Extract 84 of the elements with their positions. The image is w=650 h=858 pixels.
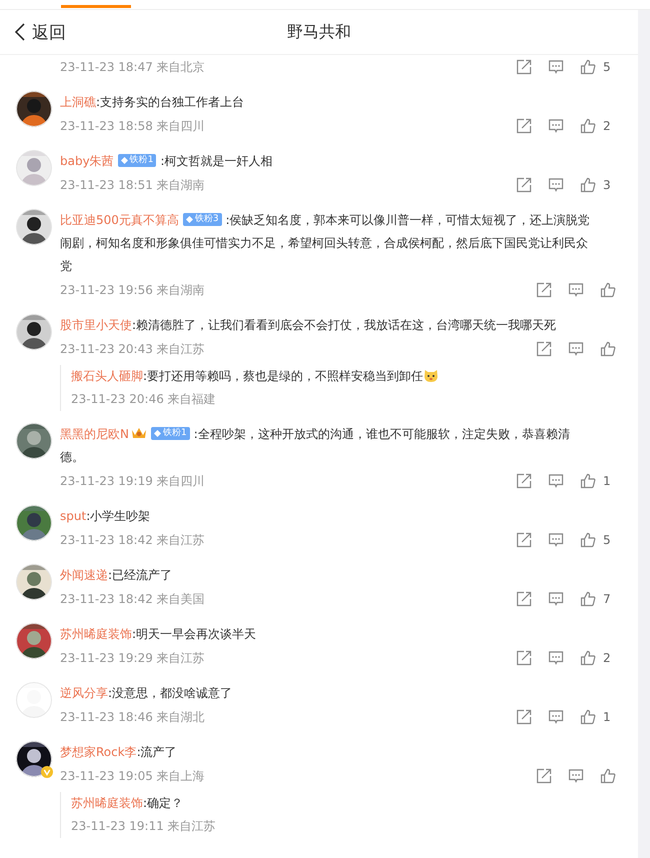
share-icon[interactable] [516,532,532,548]
share-icon[interactable] [516,177,532,193]
username-link[interactable]: 苏州晞庭装饰 [60,627,132,641]
comment-icon[interactable] [548,177,564,193]
like-count: 2 [603,651,611,665]
share-icon[interactable] [516,709,532,725]
like-icon[interactable] [600,341,616,357]
reply-text: 搬石头人砸脚:要打还用等赖吗，蔡也是绿的，不照样安稳当到卸任 [71,365,440,388]
comment-icon[interactable] [568,282,584,298]
comment-text: 外闻速递:已经流产了 [60,567,174,584]
reply-meta: 23-11-23 19:11 来自江苏 [71,818,216,835]
username-link[interactable]: baby朱茜 [60,154,114,168]
share-icon[interactable] [536,768,552,784]
comment-meta: 23-11-23 18:51 来自湖南 [60,176,205,194]
reply-meta: 23-11-23 20:46 来自福建 [71,391,216,408]
like-count: 7 [603,592,611,606]
like-icon[interactable] [580,177,596,193]
comment-icon[interactable] [548,709,564,725]
comment-meta: 23-11-23 18:47 来自北京 [60,58,205,76]
comment-icon[interactable] [548,532,564,548]
like-icon[interactable] [580,591,596,607]
comment-meta: 23-11-23 20:43 来自江苏 [60,340,205,358]
like-count: 5 [603,60,611,74]
like-icon[interactable] [600,768,616,784]
like-count: 2 [603,119,611,133]
comment-meta: 23-11-23 19:19 来自四川 [60,472,205,490]
username-link[interactable]: 搬石头人砸脚 [71,369,143,383]
comment-text: 比亚迪500元真不算高 铁粉3 :侯缺乏知名度，郭本来可以像川普一样，可惜太短视了，还上演脱党闹剧，柯知名度和形象俱佳可惜实力不足，希望柯回头转意，合成侯柯配，然后底下国民党让利民众党 [60,212,591,275]
comment-meta: 23-11-23 18:42 来自江苏 [60,532,205,548]
comment-text: 苏州晞庭装饰:明天一早会再次谈半天 [60,626,258,643]
reply-text: 苏州晞庭装饰:确定？ [71,795,184,812]
comment-meta: 23-11-23 19:56 来自湖南 [60,282,205,298]
back-chevron-icon [14,22,26,42]
like-count: 5 [603,533,611,547]
share-icon[interactable] [516,473,532,489]
like-icon[interactable] [600,282,616,298]
share-icon[interactable] [516,118,532,134]
back-button[interactable]: 返回 [0,20,66,44]
fan-badge: 铁粉1 [118,154,156,167]
comment-meta: 23-11-23 18:46 来自湖北 [60,708,205,726]
username-link[interactable]: 逆风分享 [60,686,108,700]
comment-meta: 23-11-23 19:29 来自江苏 [60,650,205,666]
username-link[interactable]: 梦想家Rock李 [60,745,137,759]
comment-text: 股市里小天使:赖清德胜了，让我们看看到底会不会打仗，我放话在这，台湾哪天统一我哪天死 [60,317,558,334]
like-count: 3 [603,178,611,192]
like-count: 1 [603,474,611,488]
username-link[interactable]: 股市里小天使 [60,318,132,332]
username-link[interactable]: 上洞礁 [60,95,96,109]
comment-text: baby朱茜 铁粉1 :柯文哲就是一奸人相 [60,153,274,170]
comment-text: 逆风分享:没意思，都没啥诚意了 [60,685,234,702]
comment-text: 黑黑的尼欧N 铁粉1 :全程吵架，这种开放式的沟通，谁也不可能服软，注定失败，恭喜赖清德。 [60,425,571,466]
comment-icon[interactable] [548,118,564,134]
fan-badge: 铁粉1 [150,427,190,440]
like-count: 1 [603,710,611,724]
username-link[interactable]: sput [60,509,86,523]
share-icon[interactable] [516,591,532,607]
username-link[interactable]: 苏州晞庭装饰 [71,796,143,810]
page-title: 野马共和 [287,22,351,42]
comment-text: 梦想家Rock李:流产了 [60,744,178,761]
comment-icon[interactable] [548,59,564,75]
comment-meta: 23-11-23 18:58 来自四川 [60,118,205,134]
username-link[interactable]: 黑黑的尼欧N [60,427,129,441]
share-icon[interactable] [536,341,552,357]
comment-meta: 23-11-23 19:05 来自上海 [60,768,205,784]
share-icon[interactable] [536,282,552,298]
comment-text: sput:小学生吵架 [60,508,152,525]
like-icon[interactable] [580,59,596,75]
like-icon[interactable] [580,532,596,548]
comment-meta: 23-11-23 18:42 来自美国 [60,590,205,608]
like-icon[interactable] [580,650,596,666]
like-icon[interactable] [580,118,596,134]
comment-icon[interactable] [548,591,564,607]
like-icon[interactable] [580,473,596,489]
comment-icon[interactable] [548,650,564,666]
share-icon[interactable] [516,59,532,75]
comment-icon[interactable] [568,768,584,784]
like-icon[interactable] [580,709,596,725]
comment-icon[interactable] [548,473,564,489]
share-icon[interactable] [516,650,532,666]
username-link[interactable]: 比亚迪500元真不算高 [60,213,179,227]
comment-text: 上洞礁:支持务实的台独工作者上台 [60,94,246,111]
comment-icon[interactable] [568,341,584,357]
fan-badge: 铁粉3 [182,213,222,226]
username-link[interactable]: 外闻速递 [60,568,108,582]
